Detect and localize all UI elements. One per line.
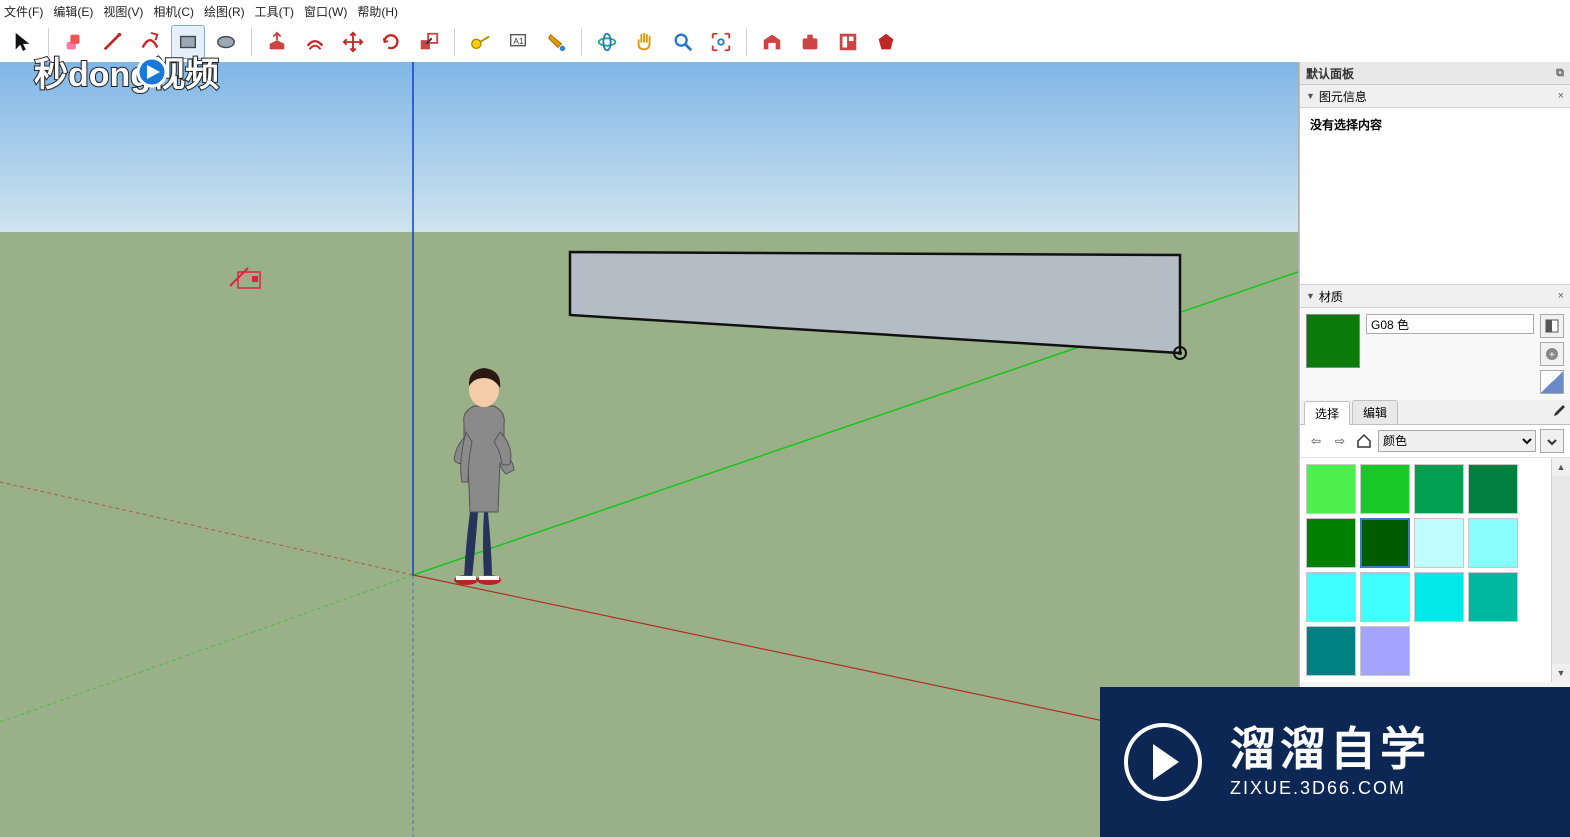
ruby-console-button[interactable] <box>869 25 903 59</box>
entity-info-close-icon[interactable]: × <box>1558 90 1564 102</box>
entity-info-header[interactable]: 图元信息 × <box>1300 85 1570 108</box>
material-swatch[interactable] <box>1468 518 1518 568</box>
material-swatch[interactable] <box>1306 464 1356 514</box>
menu-edit[interactable]: 编辑(E) <box>53 3 93 20</box>
display-secondary-button[interactable] <box>1540 314 1564 338</box>
watermark-bottom-right: 溜溜自学 ZIXUE.3D66.COM <box>1100 687 1570 837</box>
material-swatch[interactable] <box>1306 626 1356 676</box>
brand-text-small: ZIXUE.3D66.COM <box>1230 778 1430 799</box>
menu-bar: 文件(F) 编辑(E) 视图(V) 相机(C) 绘图(R) 工具(T) 窗口(W… <box>0 0 1570 23</box>
toolbar-separator <box>454 28 455 56</box>
materials-nav-row: ⇦ ⇨ 颜色 <box>1300 425 1570 458</box>
zoom-extents-tool-button[interactable] <box>704 25 738 59</box>
menu-help[interactable]: 帮助(H) <box>357 3 398 20</box>
tape-tool-button[interactable] <box>463 25 497 59</box>
tab-edit[interactable]: 编辑 <box>1352 400 1398 424</box>
play-circle-icon <box>1124 723 1202 801</box>
menu-draw[interactable]: 绘图(R) <box>204 3 245 20</box>
material-swatch[interactable] <box>1414 464 1464 514</box>
materials-tabs: 选择 编辑 <box>1300 400 1570 425</box>
line-tool-button[interactable] <box>95 25 129 59</box>
materials-close-icon[interactable]: × <box>1558 290 1564 302</box>
material-swatch[interactable] <box>1360 464 1410 514</box>
scale-tool-button[interactable] <box>412 25 446 59</box>
extensions-button[interactable] <box>793 25 827 59</box>
material-swatch[interactable] <box>1360 626 1410 676</box>
material-swatch[interactable] <box>1360 518 1410 568</box>
tray-minimize-icon[interactable]: ⧉ <box>1556 67 1564 80</box>
rectangle-tool-button[interactable] <box>171 25 205 59</box>
svg-text:+: + <box>1549 350 1555 361</box>
tray-title-text: 默认面板 <box>1306 65 1354 82</box>
toolbar-separator <box>581 28 582 56</box>
set-default-button[interactable] <box>1540 370 1564 394</box>
circle-tool-button[interactable] <box>209 25 243 59</box>
menu-window[interactable]: 窗口(W) <box>304 3 347 20</box>
main-toolbar: A1 <box>0 22 1570 63</box>
current-material-swatch[interactable] <box>1306 314 1360 368</box>
paint-tool-button[interactable] <box>539 25 573 59</box>
eraser-tool-button[interactable] <box>57 25 91 59</box>
material-swatch-grid <box>1300 458 1570 682</box>
menu-tools[interactable]: 工具(T) <box>255 3 294 20</box>
menu-camera[interactable]: 相机(C) <box>153 3 194 20</box>
entity-info-title: 图元信息 <box>1319 88 1367 105</box>
entity-info-body: 没有选择内容 <box>1300 108 1570 285</box>
warehouse-button[interactable] <box>755 25 789 59</box>
scroll-up-icon[interactable]: ▲ <box>1552 458 1570 476</box>
svg-text:A1: A1 <box>513 37 524 46</box>
text-tool-button[interactable]: A1 <box>501 25 535 59</box>
materials-header[interactable]: 材质 × <box>1300 285 1570 308</box>
tab-select[interactable]: 选择 <box>1304 401 1350 425</box>
zoom-tool-button[interactable] <box>666 25 700 59</box>
material-swatch[interactable] <box>1414 572 1464 622</box>
toolbar-separator <box>746 28 747 56</box>
offset-tool-button[interactable] <box>298 25 332 59</box>
materials-current-row: + <box>1300 308 1570 400</box>
toolbar-separator <box>48 28 49 56</box>
scroll-down-icon[interactable]: ▼ <box>1552 664 1570 682</box>
orbit-tool-button[interactable] <box>590 25 624 59</box>
material-name-input[interactable] <box>1366 314 1534 334</box>
home-icon[interactable] <box>1354 431 1374 451</box>
menu-view[interactable]: 视图(V) <box>103 3 143 20</box>
nav-back-icon[interactable]: ⇦ <box>1306 431 1326 451</box>
swatch-scrollbar[interactable]: ▲ ▼ <box>1551 458 1570 682</box>
pan-tool-button[interactable] <box>628 25 662 59</box>
library-menu-button[interactable] <box>1540 429 1564 453</box>
nav-forward-icon[interactable]: ⇨ <box>1330 431 1350 451</box>
eyedropper-icon[interactable] <box>1546 400 1570 424</box>
material-swatch[interactable] <box>1468 572 1518 622</box>
move-tool-button[interactable] <box>336 25 370 59</box>
rotate-tool-button[interactable] <box>374 25 408 59</box>
material-swatch[interactable] <box>1360 572 1410 622</box>
material-swatch[interactable] <box>1306 518 1356 568</box>
material-swatch[interactable] <box>1306 572 1356 622</box>
arc-tool-button[interactable] <box>133 25 167 59</box>
materials-title: 材质 <box>1319 288 1343 305</box>
create-material-button[interactable]: + <box>1540 342 1564 366</box>
material-swatch[interactable] <box>1414 518 1464 568</box>
entity-info-empty-text: 没有选择内容 <box>1310 118 1382 132</box>
menu-file[interactable]: 文件(F) <box>4 3 43 20</box>
material-swatch[interactable] <box>1468 464 1518 514</box>
pushpull-tool-button[interactable] <box>260 25 294 59</box>
toolbar-separator <box>251 28 252 56</box>
tray-title-bar[interactable]: 默认面板 ⧉ <box>1300 62 1570 85</box>
select-tool-button[interactable] <box>6 25 40 59</box>
layout-button[interactable] <box>831 25 865 59</box>
material-library-select[interactable]: 颜色 <box>1378 430 1536 452</box>
brand-text-big: 溜溜自学 <box>1230 726 1430 772</box>
